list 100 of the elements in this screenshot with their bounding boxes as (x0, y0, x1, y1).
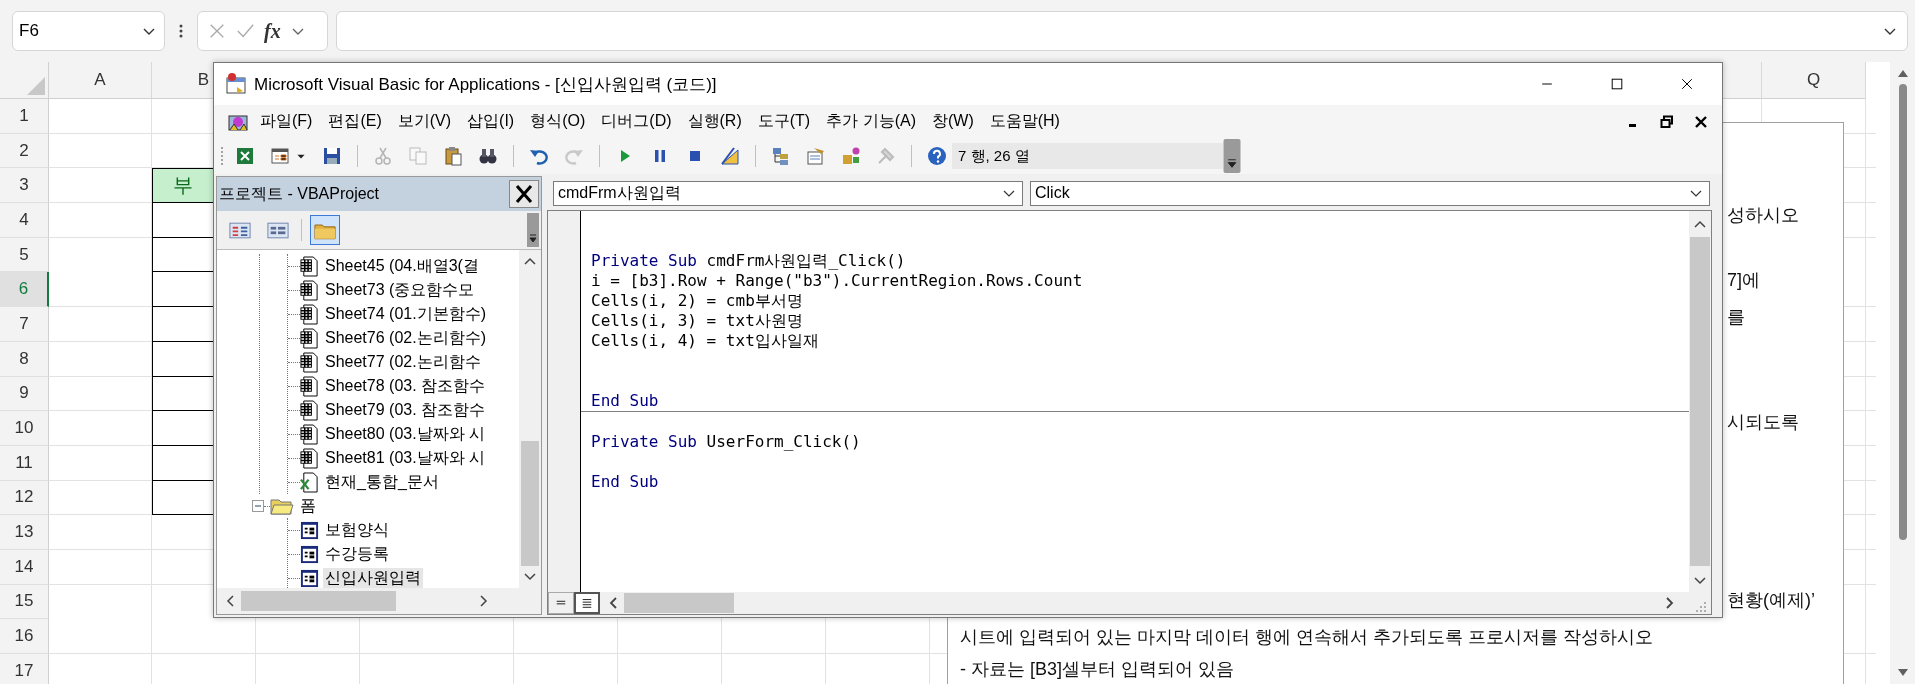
tree-item[interactable]: 신입사원입력 (323, 567, 423, 588)
scroll-thumb[interactable] (624, 593, 734, 613)
tree-item[interactable]: Sheet78 (03. 참조함수 (323, 375, 488, 397)
collapse-toggle-icon[interactable] (252, 500, 264, 512)
menu-item[interactable]: 형식(O) (530, 111, 586, 132)
tree-item[interactable]: Sheet76 (02.논리함수) (323, 327, 488, 349)
code-line: Cells(i, 2) = cmb부서명 (591, 291, 804, 311)
scroll-thumb[interactable] (521, 441, 539, 566)
tree-item[interactable]: Sheet79 (03. 참조함수 (323, 399, 488, 421)
form-icon (300, 543, 319, 565)
tree-item[interactable]: Sheet80 (03.날짜와 시 (323, 423, 488, 445)
tree-item[interactable]: Sheet45 (04.배열3(결 (323, 255, 481, 277)
procedure-dropdown[interactable]: Click (1030, 180, 1710, 206)
procedure-view-icon[interactable] (548, 592, 574, 614)
down-arrow-icon[interactable] (1896, 668, 1909, 678)
row-header[interactable]: 10 (0, 411, 49, 446)
horizontal-scrollbar[interactable] (547, 592, 1712, 615)
row-header[interactable]: 17 (0, 654, 49, 684)
row-header[interactable]: 8 (0, 341, 49, 377)
resize-grip-icon[interactable] (1695, 601, 1707, 613)
tree-item[interactable]: 보험양식 (323, 519, 391, 541)
menu-item[interactable]: 디버그(D) (601, 111, 672, 132)
menu-item[interactable]: 보기(V) (397, 111, 452, 132)
column-header[interactable]: Q (1762, 62, 1866, 99)
menu-item[interactable]: 도움말(H) (989, 111, 1060, 132)
sheet-icon (300, 327, 319, 349)
tree-item[interactable]: 폼 (298, 495, 318, 517)
vertical-scrollbar[interactable] (519, 250, 541, 588)
more-icon[interactable] (179, 23, 183, 39)
code-line: Private Sub cmdFrm사원입력_Click() (591, 251, 907, 271)
tree-item[interactable]: Sheet81 (03.날짜와 시 (323, 447, 488, 469)
row-header[interactable]: 14 (0, 549, 49, 585)
object-browser-icon[interactable] (841, 146, 861, 166)
tree-item[interactable]: Sheet77 (02.논리함수 (323, 351, 483, 373)
close-icon[interactable] (1694, 114, 1708, 129)
full-module-view-icon[interactable] (574, 592, 600, 614)
sheet-icon (300, 303, 319, 325)
up-arrow-icon[interactable] (1896, 68, 1909, 78)
row-header[interactable]: 12 (0, 480, 49, 516)
row-header[interactable]: 15 (0, 584, 49, 620)
instruction-text: 현황(예제)’ (1727, 590, 1815, 610)
menu-item[interactable]: 도구(T) (757, 111, 811, 132)
ruler-icon[interactable] (720, 146, 740, 166)
row-header[interactable]: 6 (0, 272, 49, 308)
row-header[interactable]: 1 (0, 99, 49, 134)
tree-item[interactable]: Sheet73 (중요함수모 (323, 279, 477, 301)
workbook-icon (300, 471, 319, 493)
instruction-text: 성하시오 (1727, 205, 1799, 225)
tree-item[interactable]: 현재_통합_문서 (323, 471, 441, 493)
sheet-icon (300, 279, 319, 301)
restore-icon[interactable] (1660, 114, 1674, 129)
check-icon[interactable] (236, 22, 254, 40)
folder-icon[interactable] (310, 215, 340, 245)
vertical-scrollbar[interactable] (1689, 211, 1711, 592)
code-line: End Sub (591, 391, 660, 411)
menu-item[interactable]: 삽입(I) (467, 111, 515, 132)
save-icon[interactable] (322, 146, 342, 166)
menu-item[interactable]: 추가 기능(A) (826, 111, 916, 132)
paste-icon[interactable] (443, 146, 463, 166)
code-line: Cells(i, 3) = txt사원명 (591, 311, 804, 331)
sheet-icon (300, 255, 319, 277)
insert-function-button[interactable]: fx (264, 19, 281, 43)
form-icon[interactable] (270, 146, 290, 166)
formula-input[interactable] (336, 11, 1908, 51)
name-box[interactable]: F6 (12, 11, 165, 51)
row-header[interactable]: 3 (0, 168, 49, 204)
close-icon[interactable] (509, 180, 539, 208)
code-line: End Sub (591, 472, 660, 492)
tree-item[interactable]: Sheet74 (01.기본함수) (323, 303, 488, 325)
toolbar-grip-icon[interactable] (220, 146, 224, 166)
column-header[interactable]: A (49, 62, 152, 99)
tree-item[interactable]: 수강등록 (323, 543, 391, 565)
window-title: Microsoft Visual Basic for Applications - [신입사원입력 (코드)] (254, 73, 717, 96)
menu-item[interactable]: 편집(E) (328, 111, 382, 132)
row-header[interactable]: 9 (0, 376, 49, 412)
row-header[interactable]: 7 (0, 307, 49, 342)
toolbar-options-icon[interactable] (1223, 139, 1241, 173)
object-dropdown[interactable]: cmdFrm사원입력 (553, 180, 1023, 206)
code-line: i = [b3].Row + Range("b3").CurrentRegion.Rows.Count (591, 271, 1084, 291)
spreadsheet-icon[interactable] (235, 146, 255, 166)
vertical-scrollbar[interactable] (1890, 62, 1915, 684)
menu-item[interactable]: 파일(F) (260, 111, 313, 132)
row-header[interactable]: 4 (0, 203, 49, 238)
menu-item[interactable]: 실행(R) (687, 111, 742, 132)
scroll-thumb[interactable] (1898, 84, 1907, 540)
row-header[interactable]: 11 (0, 445, 49, 481)
help-icon[interactable] (927, 146, 947, 166)
binoculars-icon[interactable] (478, 146, 498, 166)
code-line: Cells(i, 4) = txt입사일재 (591, 331, 820, 351)
row-header[interactable]: 16 (0, 619, 49, 654)
menu-item[interactable]: 창(W) (931, 111, 974, 132)
toolbar-options-icon[interactable] (527, 213, 539, 247)
project-icon[interactable] (771, 146, 791, 166)
cursor-position: 7 행, 26 열 (952, 143, 1223, 169)
row-header[interactable]: 5 (0, 237, 49, 273)
scroll-thumb[interactable] (1690, 237, 1710, 566)
properties-icon[interactable] (806, 146, 826, 166)
row-header[interactable]: 13 (0, 515, 49, 550)
row-header[interactable]: 2 (0, 133, 49, 169)
scroll-thumb[interactable] (241, 591, 396, 611)
